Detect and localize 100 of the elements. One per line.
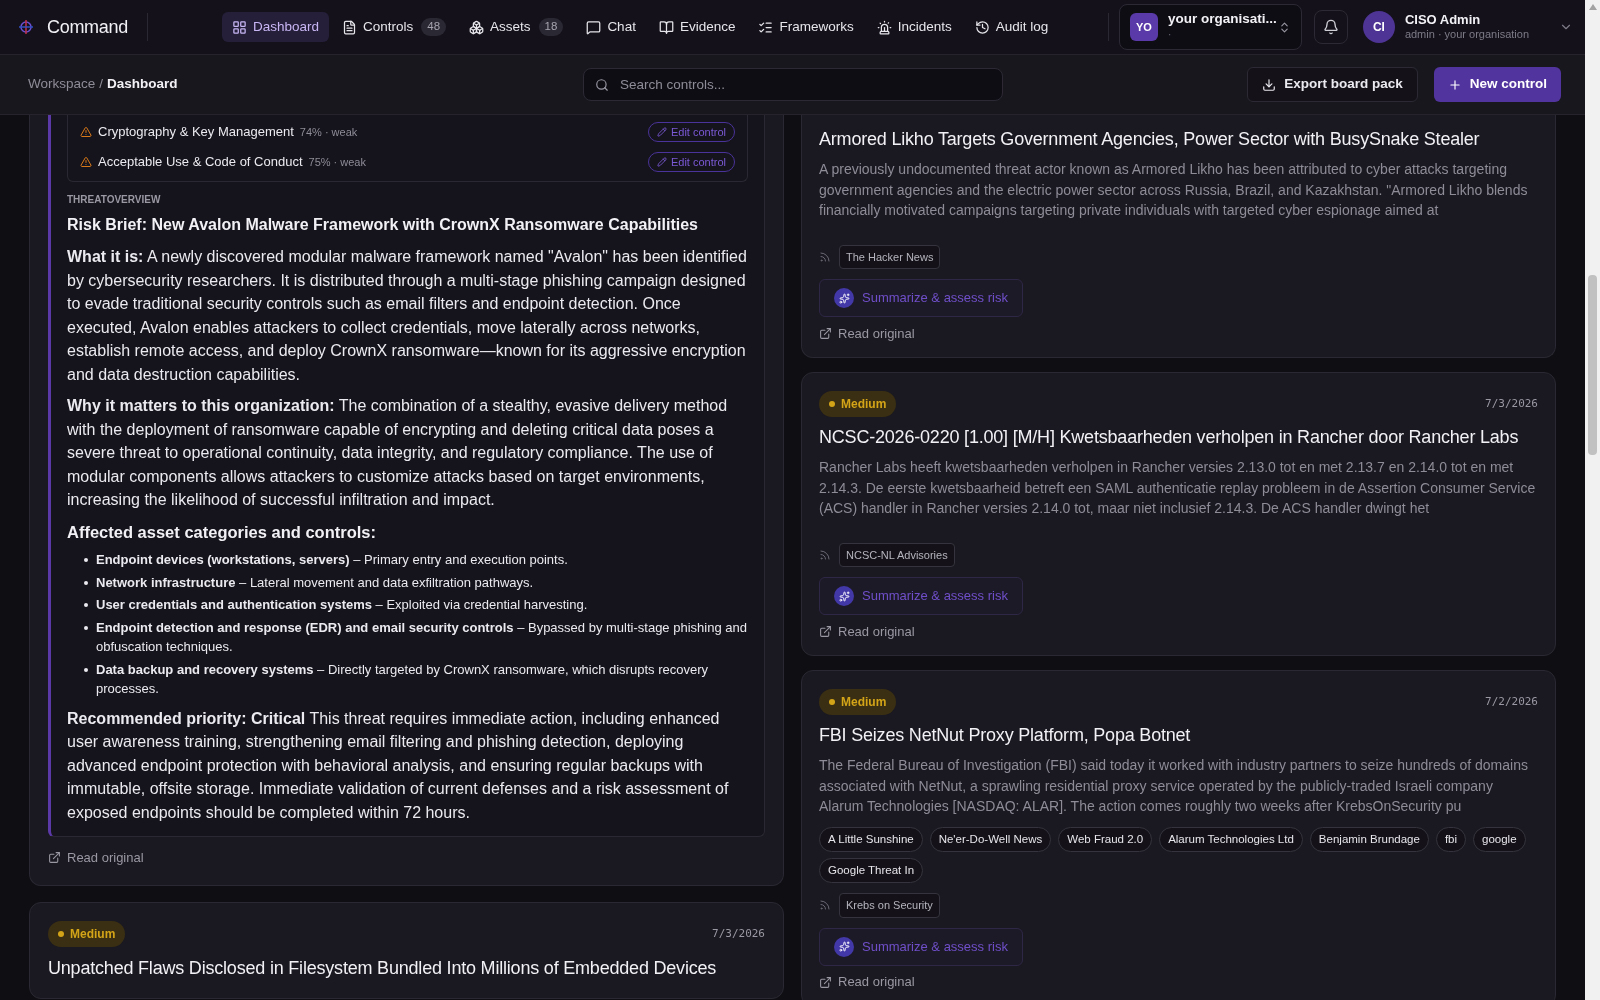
- external-link-icon: [48, 851, 61, 865]
- nav-tab[interactable]: Chat: [576, 12, 646, 42]
- book-icon: [658, 19, 674, 35]
- search-icon: [595, 77, 609, 92]
- count-badge: 18: [538, 18, 564, 36]
- section-label: THREATOVERVIEW: [67, 193, 162, 207]
- siren-icon: [876, 19, 892, 35]
- organisation-name: your organisati...: [1167, 11, 1277, 27]
- control-score: 75% · weak: [308, 154, 366, 170]
- nav-tab[interactable]: Assets 18: [459, 12, 574, 42]
- tag-chip[interactable]: Benjamin Brundage: [1309, 826, 1429, 852]
- warning-icon: [80, 126, 92, 138]
- download-icon: [1262, 77, 1277, 92]
- article-title[interactable]: Armored Likho Targets Government Agencies, Power Sector with BusySnake Stealer: [819, 127, 1538, 151]
- list-item: Endpoint detection and response (EDR) and email security controls – Bypassed by multi-stage phishing and obfuscation techniques.: [96, 618, 748, 657]
- tag-chip[interactable]: Web Fraud 2.0: [1058, 826, 1153, 852]
- nav-tab[interactable]: Evidence: [648, 12, 746, 42]
- source-tag: The Hacker News: [839, 244, 941, 269]
- severity-badge: Medium: [819, 391, 897, 417]
- control-score: 74% · weak: [299, 124, 358, 140]
- organisation-avatar: YO: [1129, 13, 1158, 41]
- search-field[interactable]: Search controls...: [583, 68, 1003, 101]
- feed-icon: [819, 899, 831, 912]
- app-name: Command: [47, 15, 128, 39]
- tag-chip[interactable]: Ne'er-Do-Well News: [929, 826, 1052, 852]
- bullet-icon: [84, 625, 88, 630]
- tag-chip[interactable]: Alarum Technologies Ltd: [1159, 826, 1303, 852]
- read-original-link[interactable]: Read original: [819, 323, 915, 344]
- source-tag: Krebs on Security: [839, 893, 940, 918]
- nav-tab[interactable]: Dashboard: [221, 12, 329, 42]
- bullet-icon: [84, 667, 88, 672]
- organisation-switcher[interactable]: YO your organisati... ·: [1118, 4, 1302, 50]
- severity-badge: Medium: [819, 689, 897, 715]
- article-title[interactable]: Unpatched Flaws Disclosed in Filesystem Bundled Into Millions of Embedded Devices: [48, 955, 765, 983]
- document-icon: [342, 19, 357, 35]
- read-original-link[interactable]: Read original: [48, 848, 144, 868]
- boxes-icon: [469, 19, 485, 35]
- breadcrumb-separator: /: [99, 75, 104, 94]
- source-tag: NCSC-NL Advisories: [839, 542, 955, 567]
- grid-icon: [231, 19, 247, 35]
- user-name: CISO Admin: [1404, 12, 1482, 27]
- nav-tab[interactable]: Incidents: [866, 12, 962, 42]
- brief-title: Risk Brief: New Avalon Malware Framework with CrownX Ransomware Capabilities: [67, 215, 699, 235]
- organisation-subtitle: ·: [1167, 28, 1172, 42]
- article-summary: The Federal Bureau of Investigation (FBI) said today it worked with industry partners to seize hundreds of domains associated with NetNut, a sprawling residential proxy service operated by the publicly-traded Israeli company Alarum Technologies [NASDAQ: ALAR]. The action comes roughly two weeks after KrebsOnSecurity pu: [819, 756, 1529, 816]
- count-badge: 48: [421, 18, 447, 36]
- article-date: 7/2/2026: [1485, 693, 1538, 710]
- bullet-icon: [84, 603, 88, 608]
- read-original-link[interactable]: Read original: [819, 621, 915, 642]
- pencil-icon: [656, 127, 667, 137]
- warning-icon: [80, 156, 92, 168]
- plus-icon: [1447, 77, 1462, 92]
- read-original-link[interactable]: Read original: [819, 972, 915, 992]
- breadcrumb-link[interactable]: Workspace: [28, 74, 96, 95]
- severity-badge: Medium: [48, 921, 126, 948]
- sparkle-icon: [834, 288, 854, 308]
- list-item: Endpoint devices (workstations, servers) – Primary entry and execution points.: [96, 551, 568, 570]
- feed-icon: [819, 250, 831, 263]
- chat-icon: [586, 19, 602, 35]
- sparkle-icon: [834, 936, 854, 957]
- list-item: Network infrastructure – Lateral movement and data exfiltration pathways.: [96, 573, 534, 592]
- external-link-icon: [819, 975, 832, 989]
- article-summary: A previously undocumented threat actor known as Armored Likho has been attributed to cyber attacks targeting government agencies and the electric power sector across Russia, Brazil, and Kazakhstan. "Armored Likho blends financially motivated campaigns targeting private individuals with targeted cyber espionage aimed at: [819, 160, 1529, 220]
- nav-tab[interactable]: Controls 48: [332, 12, 457, 42]
- article-title[interactable]: NCSC-2026-0220 [1.00] [M/H] Kwetsbaarheden verholpen in Rancher door Rancher Labs: [819, 425, 1538, 449]
- tag-chip[interactable]: Google Threat In: [819, 857, 924, 883]
- logo-icon: [18, 19, 34, 35]
- nav-tab[interactable]: Audit log: [964, 12, 1059, 42]
- list-item: User credentials and authentication systems – Exploited via credential harvesting.: [96, 596, 588, 615]
- control-name: Acceptable Use & Code of Conduct: [98, 153, 303, 172]
- notifications-button[interactable]: [1313, 10, 1348, 44]
- export-button[interactable]: Export board pack: [1247, 67, 1418, 102]
- scroll-up-icon: [1588, 4, 1597, 10]
- breadcrumb-current: Dashboard: [107, 75, 178, 94]
- bullet-icon: [84, 558, 88, 563]
- nav-tab[interactable]: Frameworks: [748, 12, 864, 42]
- article-date: 7/3/2026: [1485, 395, 1538, 412]
- brief-paragraph: Why it matters to this organization: The combination of a stealthy, evasive delivery method with the deployment of ransomware capable of encrypting and deleting critical data poses a severe threat to operational continuity, data integrity, and regulatory compliance. The use of modular components allows attackers to customize attacks based on target environments, increasing the likelihood of successful infiltration and impact.: [67, 396, 729, 510]
- recommendation-paragraph: Recommended priority: Critical This threat requires immediate action, including enhanced user awareness training, strengthening email filtering and phishing detection, deploying advanced endpoint protection with behavioral analysis, and ensuring regular backups with immutable, offsite storage. Immediate validation of current defenses and a risk assessment of exposed endpoints should be completed within 72 hours.: [67, 708, 730, 823]
- bell-icon: [1322, 19, 1339, 35]
- new-control-button[interactable]: New control: [1433, 67, 1561, 102]
- bullet-icon: [84, 580, 88, 585]
- article-summary: Rancher Labs heeft kwetsbaarheden verholpen in Rancher versies 2.13.0 tot en met 2.13.7 en 2.14.0 tot en met 2.14.3. De eerste kwetsbaarheid betreft een SAML authenticatie replay probleem in de Assertion Consumer Service (ACS) handler in Rancher versies 2.14.0 tot, maar niet inclusief 2.14.3. De ACS handler dwingt het: [819, 458, 1537, 518]
- pencil-icon: [656, 157, 667, 167]
- checklist-icon: [758, 19, 774, 35]
- article-date: 7/3/2026: [712, 926, 765, 942]
- history-icon: [974, 19, 990, 35]
- tag-chip[interactable]: google: [1473, 826, 1526, 852]
- external-link-icon: [819, 327, 832, 340]
- tag-chip[interactable]: A Little Sunshine: [819, 826, 923, 852]
- article-title[interactable]: FBI Seizes NetNut Proxy Platform, Popa Botnet: [819, 723, 1538, 747]
- feed-icon: [819, 548, 831, 561]
- user-avatar: CI: [1362, 11, 1395, 43]
- sparkle-icon: [834, 586, 854, 606]
- control-name: Cryptography & Key Management: [98, 123, 294, 142]
- list-item: Data backup and recovery systems – Directly targeted by CrownX ransomware, which disrupts recovery processes.: [96, 660, 709, 699]
- external-link-icon: [819, 625, 832, 638]
- list-heading: Affected asset categories and controls:: [67, 521, 377, 543]
- tag-chip[interactable]: fbi: [1435, 826, 1467, 852]
- user-role: admin · your organisation: [1404, 27, 1529, 42]
